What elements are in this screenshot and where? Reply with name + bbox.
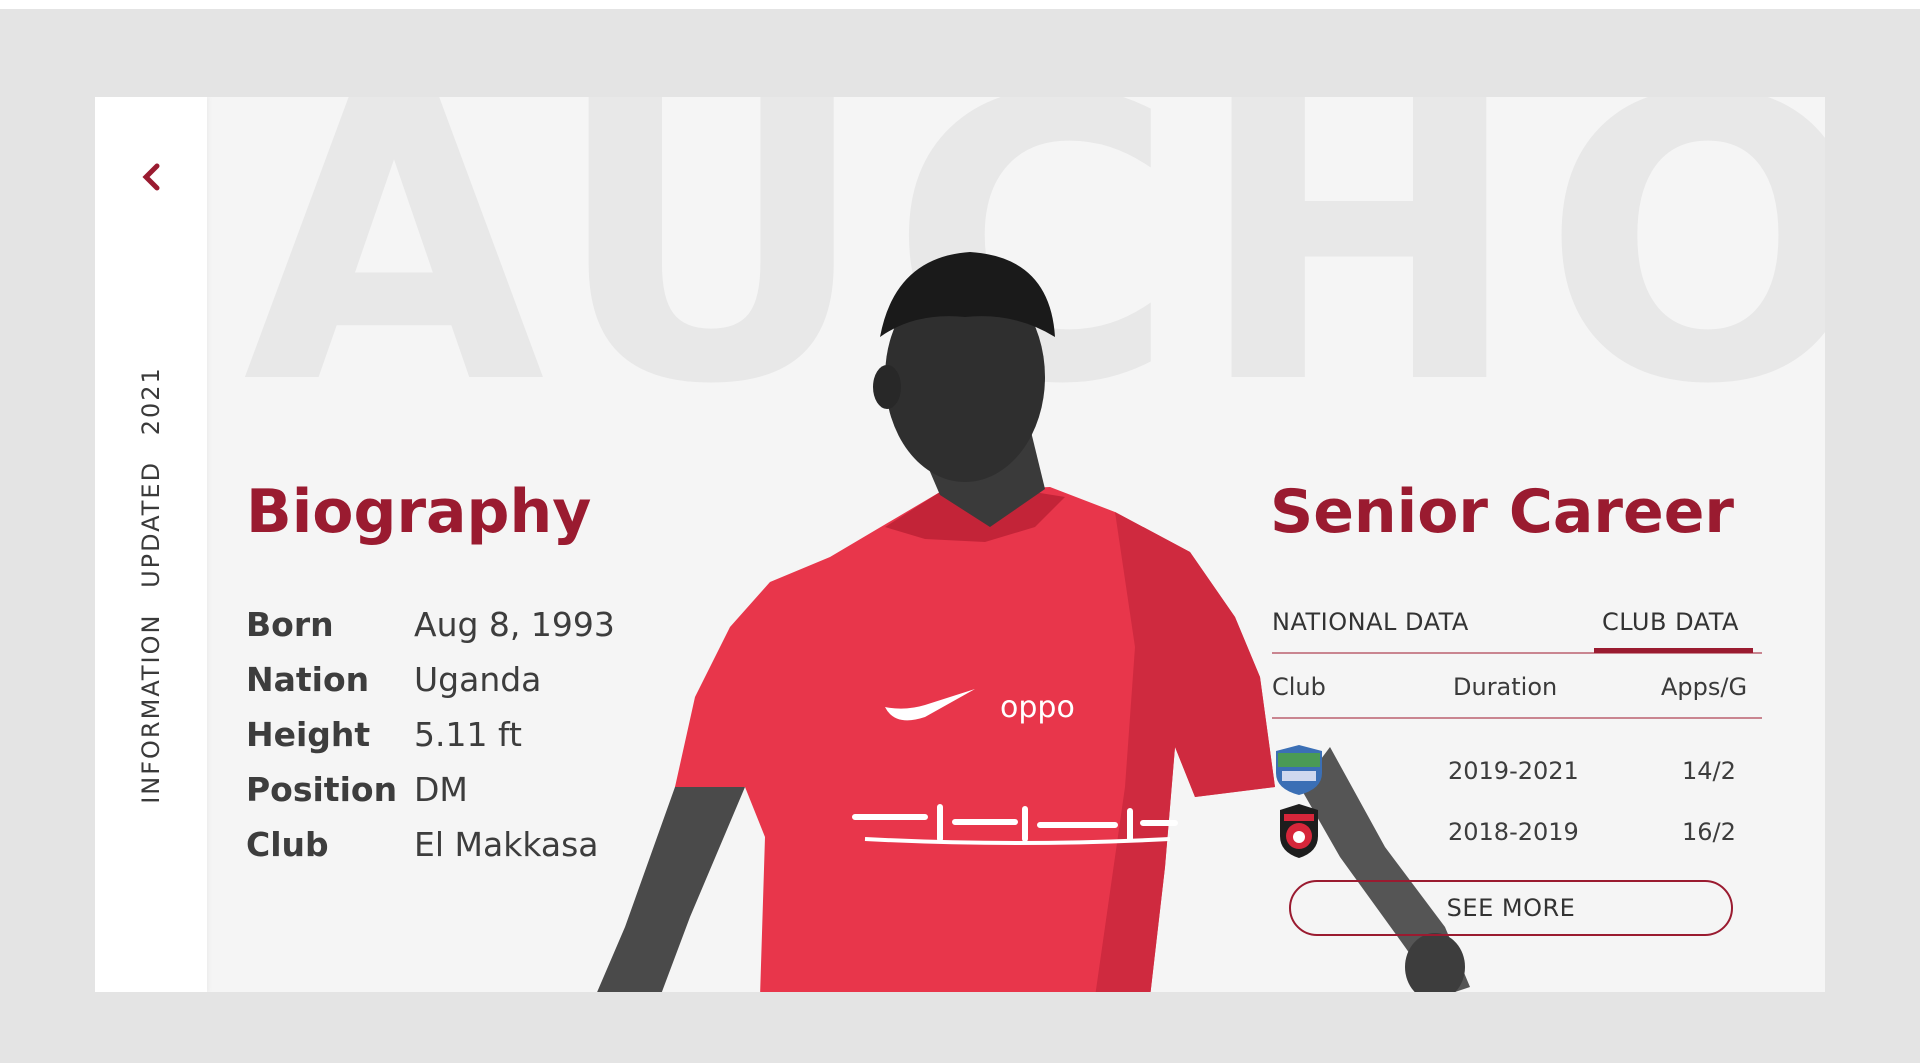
column-header-duration: Duration (1453, 673, 1558, 701)
club-crest-icon (1280, 804, 1318, 858)
bio-value: Uganda (414, 660, 542, 699)
table-row: 2018-2019 16/2 (1272, 804, 1762, 860)
top-strip (0, 0, 1920, 9)
tab-national-data[interactable]: NATIONAL DATA (1272, 608, 1469, 636)
bio-row-born: Born Aug 8, 1993 (246, 597, 615, 652)
bio-value: 5.11 ft (414, 715, 522, 754)
chevron-left-icon (142, 163, 160, 191)
bio-value: El Makkasa (414, 825, 599, 864)
bio-value: Aug 8, 1993 (414, 605, 615, 644)
bio-label: Height (246, 715, 371, 754)
biography-title: Biography (246, 477, 592, 547)
bio-label: Club (246, 825, 329, 864)
jersey-sponsor: oppo (1000, 690, 1075, 725)
apps-cell: 14/2 (1682, 757, 1736, 785)
back-button[interactable] (131, 157, 171, 197)
updated-word: UPDATED (137, 460, 165, 588)
column-header-apps: Apps/G (1661, 673, 1748, 701)
club-crest-icon (1276, 745, 1322, 795)
info-word: INFORMATION (137, 613, 165, 804)
bio-row-club: Club El Makkasa (246, 817, 615, 872)
duration-cell: 2019-2021 (1448, 757, 1579, 785)
senior-career-title: Senior Career (1270, 477, 1734, 547)
bio-row-position: Position DM (246, 762, 615, 817)
see-more-button[interactable]: SEE MORE (1289, 880, 1733, 936)
table-row: 2019-2021 14/2 (1272, 743, 1762, 799)
bio-label: Nation (246, 660, 370, 699)
apps-cell: 16/2 (1682, 818, 1736, 846)
column-header-club: Club (1272, 673, 1326, 701)
sidebar: INFORMATION UPDATED 2021 (95, 97, 207, 992)
player-profile-card: AUCHO oppo INFO (95, 97, 1825, 992)
bio-row-nation: Nation Uganda (246, 652, 615, 707)
career-tabs: NATIONAL DATA CLUB DATA (1272, 602, 1762, 654)
updated-info-label: INFORMATION UPDATED 2021 (137, 358, 165, 812)
year-word: 2021 (137, 366, 165, 436)
tab-club-data[interactable]: CLUB DATA (1594, 608, 1753, 653)
bio-label: Position (246, 770, 398, 809)
bio-label: Born (246, 605, 334, 644)
bio-row-height: Height 5.11 ft (246, 707, 615, 762)
career-table-header: Club Duration Apps/G (1272, 667, 1762, 719)
duration-cell: 2018-2019 (1448, 818, 1579, 846)
biography-list: Born Aug 8, 1993 Nation Uganda Height 5.… (246, 597, 615, 872)
bio-value: DM (414, 770, 468, 809)
